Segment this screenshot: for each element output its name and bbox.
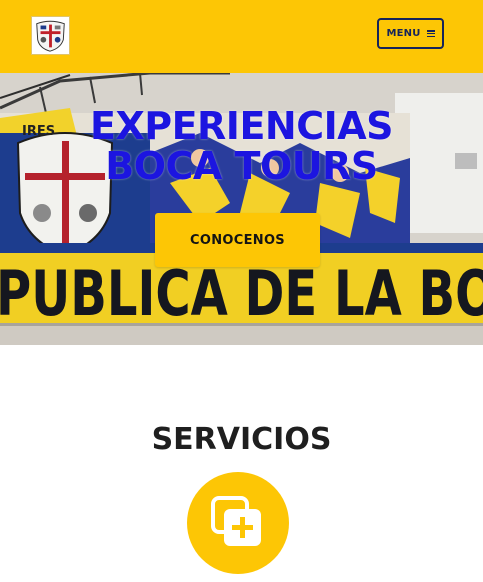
service-icon-badge[interactable] — [187, 472, 289, 574]
menu-label: MENU — [386, 28, 421, 39]
menu-button[interactable]: MENU — [377, 18, 444, 49]
hero-banner: IRES PUBLICA DE LA BO EXPERIENCIAS BOCA … — [0, 73, 483, 345]
hero-title-line-2: BOCA TOURS — [105, 144, 378, 188]
hero-title: EXPERIENCIAS BOCA TOURS — [0, 106, 483, 186]
hero-title-line-1: EXPERIENCIAS — [89, 104, 394, 148]
conocenos-button[interactable]: CONOCENOS — [155, 213, 320, 267]
site-logo[interactable] — [31, 16, 70, 55]
services-title: SERVICIOS — [151, 422, 332, 457]
hamburger-icon — [426, 30, 435, 37]
plus-copy-icon — [211, 496, 261, 546]
site-header: MENU — [0, 0, 483, 73]
mural-big-text: PUBLICA DE LA BO — [0, 257, 483, 330]
shield-crest-icon — [36, 20, 65, 52]
